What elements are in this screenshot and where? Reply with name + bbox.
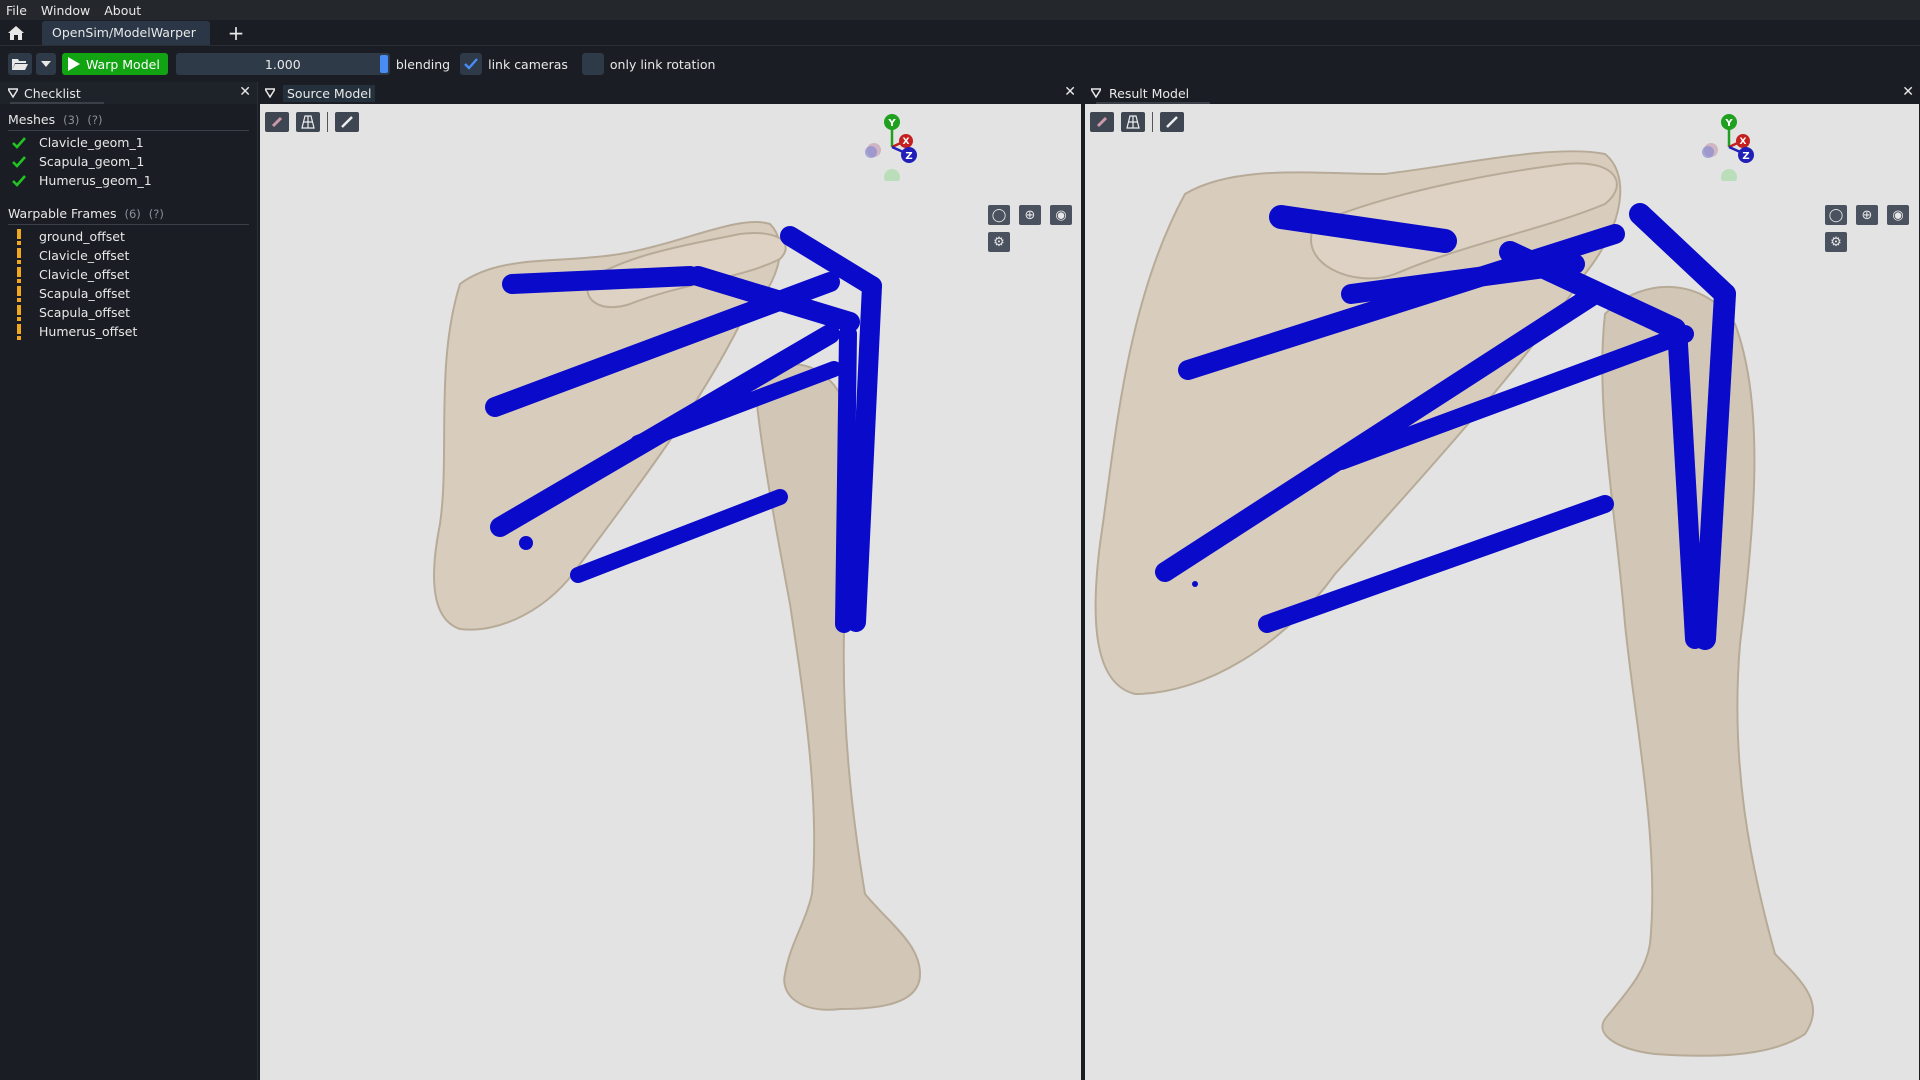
warning-icon: [10, 266, 28, 283]
checklist-panel: Checklist ✕ Meshes (3) (?) Clavicle_geom…: [0, 82, 258, 1080]
item-label: Scapula_offset: [39, 305, 131, 320]
frame-list-item[interactable]: ground_offset: [0, 227, 257, 246]
open-dropdown-button[interactable]: [36, 53, 56, 75]
menu-window[interactable]: Window: [41, 3, 90, 18]
add-tab-button[interactable]: +: [224, 21, 248, 45]
checklist-title: Checklist: [24, 85, 81, 101]
frame-axis[interactable]: [502, 266, 700, 294]
collapse-triangle-icon[interactable]: [8, 88, 18, 98]
warning-icon: [10, 304, 28, 321]
blending-label: blending: [395, 56, 451, 72]
slider-handle[interactable]: [379, 55, 388, 73]
frame-list-item[interactable]: Clavicle_offset: [0, 265, 257, 284]
frames-section-header: Warpable Frames (6) (?): [8, 206, 257, 221]
folder-open-icon: [12, 59, 28, 70]
meshes-count: (3): [63, 112, 80, 127]
mesh-list-item[interactable]: Clavicle_geom_1: [0, 133, 257, 152]
header-underline: [10, 102, 104, 104]
play-icon: [68, 57, 80, 71]
warp-model-button[interactable]: Warp Model: [62, 53, 168, 75]
divider: [8, 224, 249, 225]
frame-list-item[interactable]: Scapula_offset: [0, 303, 257, 322]
warning-icon: [10, 285, 28, 302]
meshes-section-header: Meshes (3) (?): [8, 112, 257, 127]
item-label: Scapula_offset: [39, 286, 131, 301]
source-scene: [433, 221, 922, 1011]
mesh-list-item[interactable]: Scapula_geom_1: [0, 152, 257, 171]
frame-point[interactable]: [519, 536, 533, 550]
checkmark-icon: [10, 136, 28, 149]
item-label: Humerus_offset: [39, 324, 138, 339]
link-cameras-label: link cameras: [488, 56, 568, 72]
source-model-header: Source Model ✕: [259, 82, 1082, 104]
open-button[interactable]: [8, 53, 32, 75]
mesh-list-item[interactable]: Humerus_geom_1: [0, 171, 257, 190]
home-button[interactable]: [0, 20, 32, 46]
blending-value: 1.000: [264, 56, 301, 72]
warning-icon: [10, 323, 28, 340]
source-model-panel: Source Model ✕ Y X Z ◯ ⊕ ◉ ⚙: [259, 82, 1082, 1080]
collapse-triangle-icon[interactable]: [265, 88, 275, 98]
meshes-label: Meshes: [8, 112, 56, 127]
only-link-rotation-checkbox[interactable]: [581, 53, 604, 75]
chevron-down-icon: [41, 61, 51, 67]
humerus-mesh[interactable]: [1601, 285, 1815, 1057]
frame-axis[interactable]: [835, 325, 857, 633]
close-icon[interactable]: ✕: [1064, 84, 1076, 100]
tab-modelwarper[interactable]: OpenSim/ModelWarper: [42, 20, 210, 45]
frames-label: Warpable Frames: [8, 206, 117, 221]
close-icon[interactable]: ✕: [1902, 84, 1914, 100]
result-model-panel: Result Model ✕ Y X Z ◯ ⊕ ◉ ⚙: [1084, 82, 1920, 1080]
checkmark-icon: [10, 155, 28, 168]
item-label: Humerus_geom_1: [39, 173, 152, 188]
frame-list-item[interactable]: Humerus_offset: [0, 322, 257, 341]
item-label: ground_offset: [39, 229, 125, 244]
warp-model-label: Warp Model: [86, 56, 160, 72]
checklist-header: Checklist ✕: [0, 82, 257, 104]
warning-icon: [10, 228, 28, 245]
item-label: Clavicle_offset: [39, 267, 130, 282]
meshes-help[interactable]: (?): [87, 113, 102, 127]
frames-count: (6): [124, 206, 141, 221]
result-3d-viewport[interactable]: Y X Z ◯ ⊕ ◉ ⚙: [1085, 104, 1919, 1080]
item-label: Scapula_geom_1: [39, 154, 145, 169]
frame-point[interactable]: [1192, 581, 1198, 587]
collapse-triangle-icon[interactable]: [1091, 88, 1101, 98]
result-model-header: Result Model ✕: [1084, 82, 1920, 104]
divider: [8, 130, 249, 131]
checkmark-icon: [10, 174, 28, 187]
link-cameras-checkbox[interactable]: [460, 53, 483, 75]
warning-icon: [10, 247, 28, 264]
toolbar: Warp Model 1.000 blending link cameras o…: [0, 46, 1920, 82]
item-label: Clavicle_offset: [39, 248, 130, 263]
menu-bar: File Window About: [0, 0, 1920, 20]
source-model-title: Source Model: [283, 84, 376, 102]
frame-axis[interactable]: [846, 276, 882, 632]
frames-list: ground_offset Clavicle_offset Clavicle_off…: [0, 227, 257, 341]
tab-label: OpenSim/ModelWarper: [52, 25, 196, 40]
meshes-list: Clavicle_geom_1 Scapula_geom_1 Humerus_geo…: [0, 133, 257, 190]
home-icon: [8, 25, 24, 40]
only-link-rotation-label: only link rotation: [609, 56, 716, 72]
frames-help[interactable]: (?): [149, 207, 164, 221]
result-model-title: Result Model: [1109, 85, 1190, 101]
tab-bar: OpenSim/ModelWarper +: [0, 20, 1920, 46]
frame-list-item[interactable]: Clavicle_offset: [0, 246, 257, 265]
checkmark-icon: [464, 58, 479, 70]
frame-axis[interactable]: [1629, 203, 1736, 305]
plus-icon: +: [227, 20, 245, 45]
frame-list-item[interactable]: Scapula_offset: [0, 284, 257, 303]
blending-slider[interactable]: 1.000: [175, 53, 390, 75]
close-icon[interactable]: ✕: [239, 84, 251, 100]
result-scene: [1094, 150, 1815, 1057]
item-label: Clavicle_geom_1: [39, 135, 144, 150]
source-3d-viewport[interactable]: Y X Z ◯ ⊕ ◉ ⚙: [260, 104, 1081, 1080]
menu-about[interactable]: About: [104, 3, 141, 18]
menu-file[interactable]: File: [6, 3, 27, 18]
